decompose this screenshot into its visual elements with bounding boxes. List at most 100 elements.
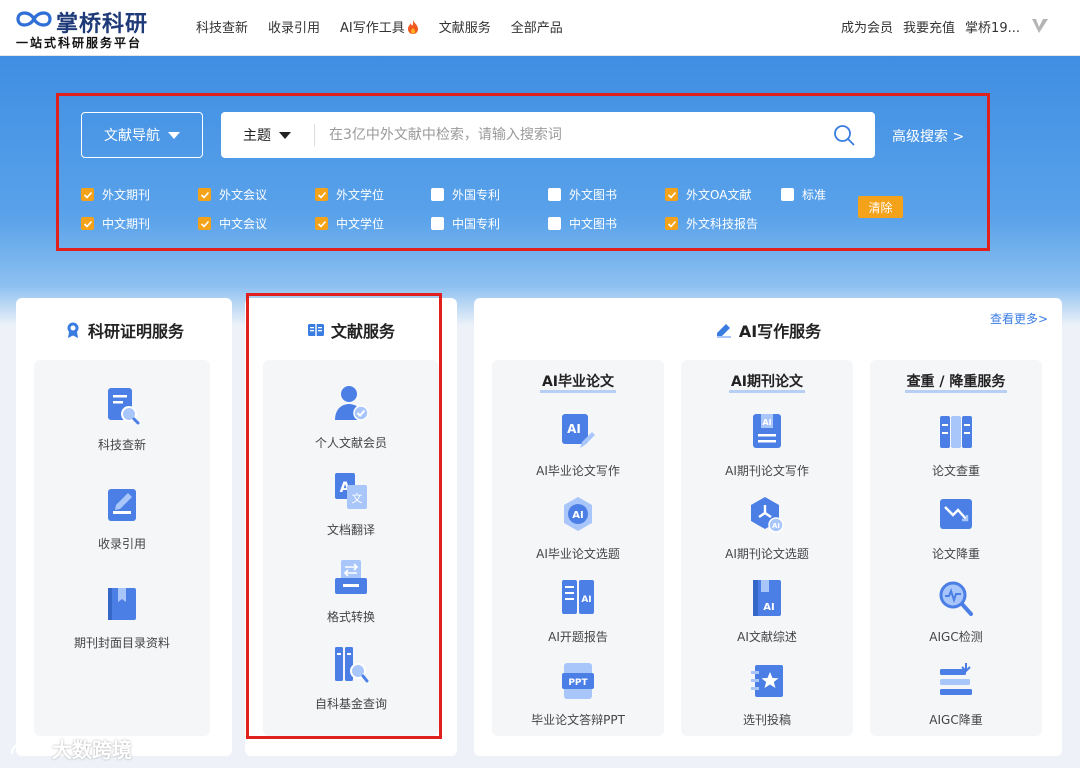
nav-item-literature[interactable]: 文献服务 — [439, 17, 491, 36]
service-ai-journal-topic[interactable]: AI AI期刊论文选题 — [679, 495, 855, 562]
column-title: AI毕业论文 — [492, 374, 664, 393]
service-plagiarism-check[interactable]: 论文查重 — [868, 412, 1044, 479]
card-title: AI写作服务 — [474, 318, 1062, 342]
service-ai-lit-review[interactable]: AI AI文献综述 — [679, 578, 855, 645]
service-tech-novelty[interactable]: 科技查新 — [34, 386, 210, 453]
service-panel: 科技查新 收录引用 期刊封面目录资料 — [34, 360, 210, 736]
checkbox-checked-icon — [198, 217, 211, 230]
caret-down-icon — [168, 131, 180, 139]
top-header: 掌桥科研 一站式科研服务平台 科技查新 收录引用 AI写作工具 文献服务 全部产… — [0, 0, 1080, 56]
svg-text:AI: AI — [567, 422, 581, 436]
service-citation[interactable]: 收录引用 — [34, 485, 210, 552]
filter-checkbox[interactable]: 外国专利 — [431, 186, 500, 203]
fire-icon — [407, 19, 418, 34]
ppt-icon: PPT — [562, 663, 594, 699]
service-ai-proposal[interactable]: AI AI开题报告 — [490, 578, 666, 645]
checkbox-checked-icon — [665, 188, 678, 201]
column-title: 查重 / 降重服务 — [870, 374, 1042, 393]
checkbox-unchecked-icon — [431, 188, 444, 201]
service-aigc-reduce[interactable]: AIGC降重 — [868, 661, 1044, 728]
become-member-link[interactable]: 成为会员 — [841, 17, 893, 36]
filter-checkbox[interactable]: 外文学位 — [315, 186, 384, 203]
vip-badge-icon[interactable] — [1030, 16, 1050, 36]
see-more-link[interactable]: 查看更多> — [990, 310, 1048, 327]
nav-item-all-products[interactable]: 全部产品 — [511, 17, 563, 36]
checkbox-unchecked-icon — [431, 217, 444, 230]
plagiarism-check-icon — [940, 416, 972, 448]
filter-checkbox[interactable]: 外文期刊 — [81, 186, 150, 203]
svg-text:AI: AI — [572, 510, 583, 521]
clear-filters-button[interactable]: 清除 — [858, 196, 903, 218]
checkbox-checked-icon — [315, 188, 328, 201]
recharge-link[interactable]: 我要充值 — [903, 17, 955, 36]
book-icon — [108, 588, 136, 620]
svg-text:AI: AI — [762, 418, 771, 427]
filter-checkbox[interactable]: 中文期刊 — [81, 215, 150, 232]
search-input[interactable] — [329, 120, 809, 150]
filter-checkbox[interactable]: 外文科技报告 — [665, 215, 758, 232]
ai-badge-icon: AI — [564, 497, 592, 531]
star-submit-icon — [751, 665, 783, 697]
literature-highlight-frame — [246, 293, 442, 739]
service-defense-ppt[interactable]: PPT 毕业论文答辩PPT — [490, 661, 666, 728]
svg-text:AI: AI — [772, 522, 780, 530]
ai-hex-icon: AI — [751, 497, 784, 533]
search-icon[interactable] — [833, 124, 855, 146]
service-journal-cover[interactable]: 期刊封面目录资料 — [34, 584, 210, 651]
award-ribbon-icon — [67, 322, 79, 338]
main-nav: 科技查新 收录引用 AI写作工具 文献服务 全部产品 — [196, 17, 583, 36]
checkbox-unchecked-icon — [781, 188, 794, 201]
literature-nav-dropdown[interactable]: 文献导航 — [81, 112, 203, 158]
research-proof-card: 科研证明服务 科技查新 收录引用 期刊封面目录资料 — [16, 298, 232, 756]
ai-writing-card: AI写作服务 查看更多> AI毕业论文 AI AI毕业论文写作 AI AI毕业论… — [474, 298, 1062, 756]
checkbox-unchecked-icon — [548, 188, 561, 201]
brand-logo[interactable]: 掌桥科研 一站式科研服务平台 — [14, 4, 174, 52]
reduce-duplicate-icon — [940, 499, 972, 529]
filter-checkbox[interactable]: 中文图书 — [548, 215, 617, 232]
search-bar: 主题 — [221, 112, 875, 158]
user-links: 成为会员 我要充值 掌桥19... — [831, 17, 1020, 36]
service-journal-submit[interactable]: 选刊投稿 — [679, 661, 855, 728]
aigc-detect-icon — [939, 581, 973, 616]
advanced-search-link[interactable]: 高级搜索 > — [892, 126, 964, 146]
infinity-logo-icon — [16, 11, 52, 27]
checkbox-checked-icon — [81, 217, 94, 230]
service-ai-journal-write[interactable]: AI AI期刊论文写作 — [679, 412, 855, 479]
brand-slogan: 一站式科研服务平台 — [16, 36, 143, 50]
svg-text:AI: AI — [763, 602, 774, 613]
search-type-select[interactable]: 主题 — [221, 112, 313, 158]
filter-checkbox[interactable]: 中文学位 — [315, 215, 384, 232]
username-link[interactable]: 掌桥19... — [965, 17, 1020, 36]
checkbox-unchecked-icon — [548, 217, 561, 230]
document-search-icon — [108, 388, 140, 425]
aigc-reduce-icon — [940, 663, 972, 695]
filter-checkbox[interactable]: 外文图书 — [548, 186, 617, 203]
column-title: AI期刊论文 — [681, 374, 853, 393]
checkbox-checked-icon — [81, 188, 94, 201]
service-reduce-duplicate[interactable]: 论文降重 — [868, 495, 1044, 562]
watermark: 大数跨境 — [8, 734, 132, 763]
service-ai-thesis-topic[interactable]: AI AI毕业论文选题 — [490, 495, 666, 562]
filter-checkbox[interactable]: 中国专利 — [431, 215, 500, 232]
filter-checkbox[interactable]: 外文OA文献 — [665, 186, 751, 203]
service-aigc-detect[interactable]: AIGC检测 — [868, 578, 1044, 645]
nav-item-citation[interactable]: 收录引用 — [268, 17, 320, 36]
checkbox-checked-icon — [315, 217, 328, 230]
plagiarism-panel: 查重 / 降重服务 论文查重 论文降重 AIGC检测 AIGC降重 — [870, 360, 1042, 736]
svg-text:AI: AI — [581, 595, 591, 605]
watermark-logo-icon — [10, 738, 45, 754]
filter-checkbox[interactable]: 外文会议 — [198, 186, 267, 203]
caret-down-icon — [279, 131, 291, 139]
filter-checkbox[interactable]: 中文会议 — [198, 215, 267, 232]
card-title: 科研证明服务 — [16, 318, 232, 342]
checkbox-checked-icon — [198, 188, 211, 201]
ai-journal-panel: AI期刊论文 AI AI期刊论文写作 AI AI期刊论文选题 AI AI文献综述… — [681, 360, 853, 736]
ai-report-icon: AI — [562, 580, 594, 614]
ai-journal-icon: AI — [753, 414, 781, 448]
service-ai-thesis-write[interactable]: AI AI毕业论文写作 — [490, 412, 666, 479]
nav-item-ai-writing[interactable]: AI写作工具 — [340, 17, 419, 36]
ai-thesis-panel: AI毕业论文 AI AI毕业论文写作 AI AI毕业论文选题 AI AI开题报告… — [492, 360, 664, 736]
filter-checkbox[interactable]: 标准 — [781, 186, 826, 203]
nav-item-tech-novelty[interactable]: 科技查新 — [196, 17, 248, 36]
divider — [314, 124, 315, 146]
